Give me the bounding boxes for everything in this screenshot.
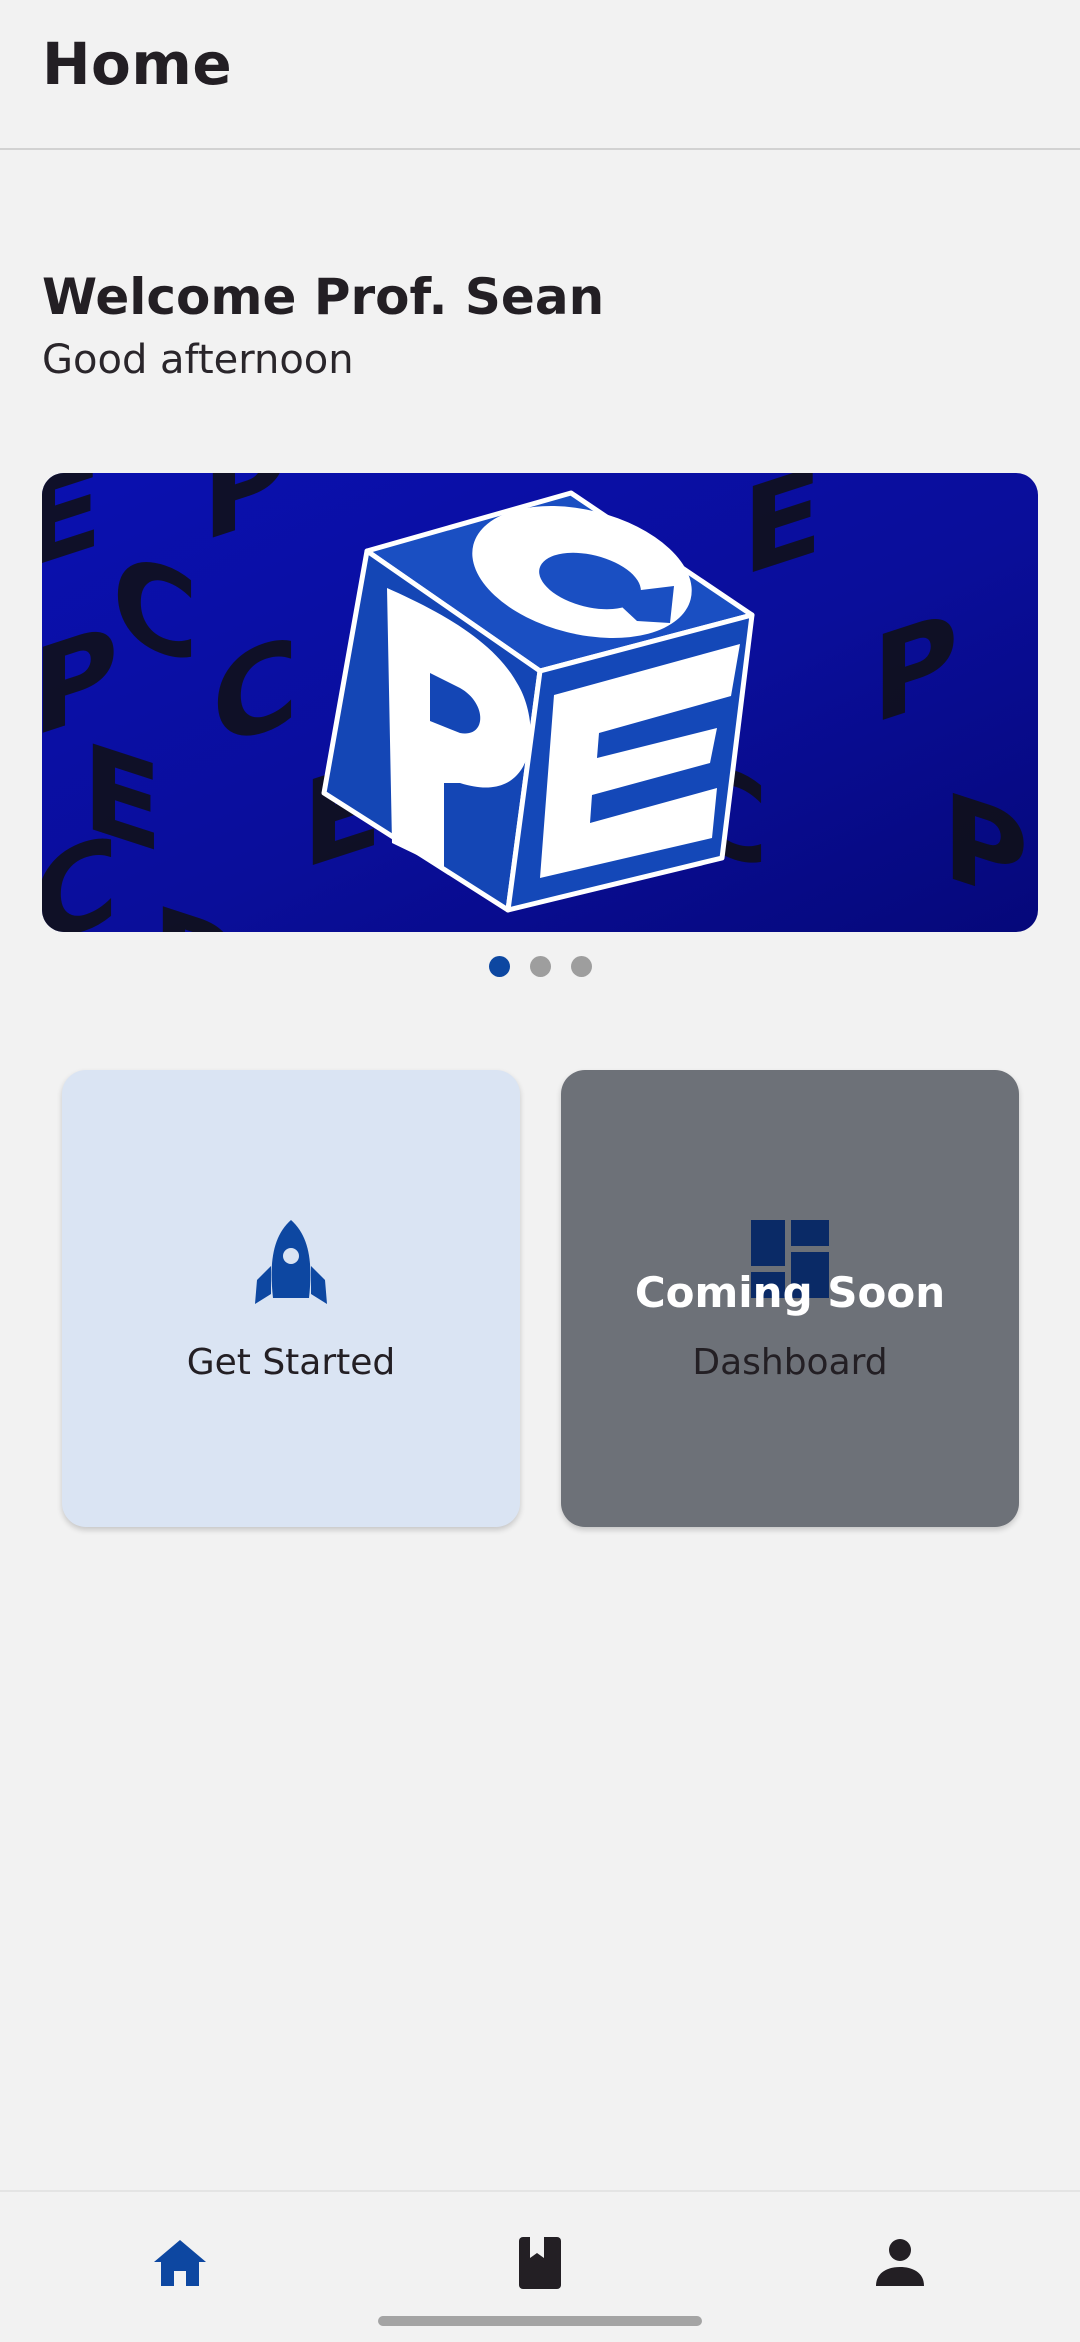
page-title: Home bbox=[42, 30, 233, 98]
svg-text:P: P bbox=[872, 586, 958, 752]
banner-carousel[interactable]: E C P E C P P C E E C C P E P E P C C bbox=[42, 473, 1038, 932]
carousel-dot[interactable] bbox=[529, 956, 551, 977]
welcome-text: Welcome Prof. Sean bbox=[42, 268, 605, 326]
dashboard-card: Coming Soon Dashboard bbox=[561, 1070, 1019, 1527]
nav-library[interactable] bbox=[510, 2232, 570, 2292]
person-icon bbox=[876, 2239, 924, 2286]
cpe-logo-banner: E C P E C P P C E E C C P E P E P C C bbox=[42, 473, 1038, 932]
greeting-subtitle: Good afternoon bbox=[42, 337, 354, 383]
nav-profile[interactable] bbox=[870, 2232, 930, 2292]
carousel-indicator bbox=[0, 956, 1080, 978]
home-icon bbox=[154, 2240, 206, 2286]
nav-home[interactable] bbox=[150, 2232, 210, 2292]
card-label: Dashboard bbox=[692, 1342, 888, 1383]
home-indicator bbox=[378, 2316, 702, 2326]
carousel-dot[interactable] bbox=[570, 956, 592, 977]
carousel-dot-active[interactable] bbox=[488, 956, 510, 977]
greeting: Welcome Prof. Sean Good afternoon bbox=[42, 262, 604, 388]
card-label: Get Started bbox=[186, 1342, 396, 1383]
rocket-icon bbox=[253, 1218, 329, 1312]
app-bar: Home bbox=[0, 0, 1080, 150]
get-started-card[interactable]: Get Started bbox=[62, 1070, 520, 1527]
coming-soon-label: Coming Soon bbox=[634, 1268, 946, 1317]
svg-text:P: P bbox=[942, 766, 1028, 932]
svg-text:C: C bbox=[212, 610, 299, 776]
svg-text:C: C bbox=[112, 527, 199, 693]
book-icon bbox=[519, 2237, 561, 2289]
